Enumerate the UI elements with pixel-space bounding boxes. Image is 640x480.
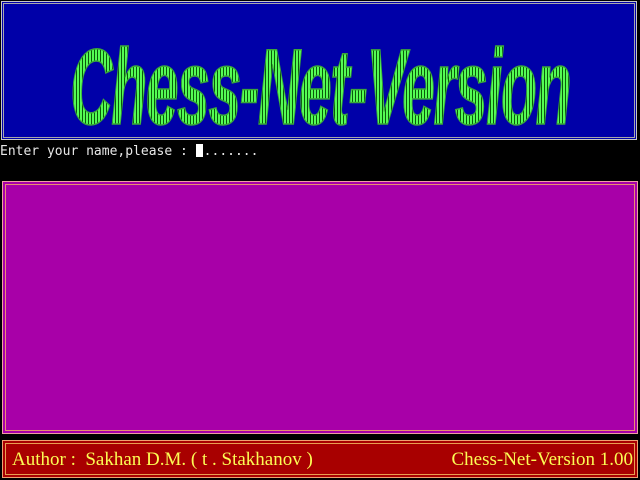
version-label: Chess-Net-Version 1.00 xyxy=(451,449,633,470)
title-banner: Chess-Net-Version xyxy=(1,1,637,140)
name-input[interactable]: ....... xyxy=(204,144,259,159)
text-cursor xyxy=(195,144,203,157)
footer-bar: Author : Sakhan D.M. ( t . Stakhanov ) C… xyxy=(2,440,638,478)
logo-graphic: Chess-Net-Version xyxy=(69,25,574,140)
name-prompt[interactable]: Enter your name,please : ....... xyxy=(0,144,258,160)
logo-text: Chess-Net-Version xyxy=(70,26,570,140)
prompt-label: Enter your name,please : xyxy=(0,144,196,159)
author-credit: Author : Sakhan D.M. ( t . Stakhanov ) xyxy=(12,449,313,470)
main-panel xyxy=(2,181,638,434)
